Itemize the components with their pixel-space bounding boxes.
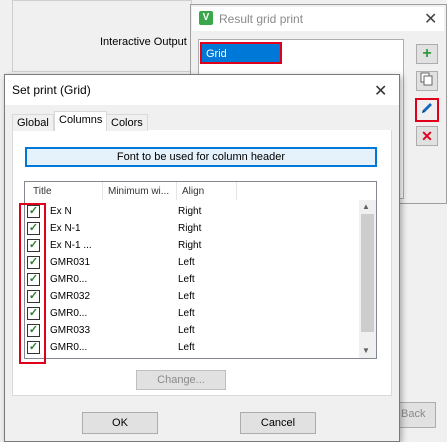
grid-scroll-thumb[interactable]: [361, 214, 374, 332]
interactive-output-label: Interactive Output: [100, 36, 187, 48]
copy-icon-graphic: [420, 72, 433, 86]
row-title[interactable]: GMR033: [50, 325, 90, 336]
add-icon[interactable]: +: [416, 44, 438, 64]
tab-columns[interactable]: Columns: [54, 111, 108, 131]
cancel-button[interactable]: Cancel: [240, 412, 316, 434]
pencil-icon-graphic: [422, 103, 432, 113]
copy-icon[interactable]: [416, 71, 438, 91]
scroll-up-arrow-icon[interactable]: ▲: [362, 202, 370, 211]
edit-pencil-icon[interactable]: [415, 98, 439, 122]
tab-colors[interactable]: Colors: [106, 114, 148, 131]
row-title[interactable]: GMR0...: [50, 342, 87, 353]
row-title[interactable]: GMR0...: [50, 308, 87, 319]
row-align[interactable]: Left: [178, 342, 195, 353]
column-header-divider[interactable]: [176, 182, 177, 200]
row-align[interactable]: Left: [178, 291, 195, 302]
row-title[interactable]: GMR032: [50, 291, 90, 302]
row-align[interactable]: Right: [178, 240, 201, 251]
column-header-minimum-width[interactable]: Minimum wi...: [108, 186, 169, 197]
column-header-divider[interactable]: [102, 182, 103, 200]
row-align[interactable]: Right: [178, 206, 201, 217]
list-item-grid[interactable]: Grid: [200, 42, 282, 64]
back-button[interactable]: Back: [396, 402, 436, 428]
row-align[interactable]: Right: [178, 223, 201, 234]
column-header-title[interactable]: Title: [33, 186, 52, 197]
checkbox-column-highlight: [19, 203, 46, 364]
dialog-title: Set print (Grid): [12, 83, 91, 97]
column-header-divider[interactable]: [236, 182, 237, 200]
row-title[interactable]: GMR0...: [50, 274, 87, 285]
row-title[interactable]: Ex N-1 ...: [50, 240, 92, 251]
row-title[interactable]: Ex N-1: [50, 223, 81, 234]
row-align[interactable]: Left: [178, 325, 195, 336]
app-logo-icon: V: [199, 11, 213, 25]
change-button[interactable]: Change...: [136, 370, 226, 390]
ok-button[interactable]: OK: [82, 412, 158, 434]
result-grid-title: Result grid print: [219, 12, 304, 26]
dialog-close-icon[interactable]: ✕: [374, 81, 387, 101]
row-title[interactable]: Ex N: [50, 206, 72, 217]
row-align[interactable]: Left: [178, 274, 195, 285]
row-align[interactable]: Left: [178, 308, 195, 319]
scroll-down-arrow-icon[interactable]: ▼: [362, 346, 370, 355]
result-grid-close-icon[interactable]: ✕: [424, 9, 437, 29]
tab-global[interactable]: Global: [12, 114, 54, 131]
column-header-align[interactable]: Align: [182, 186, 204, 197]
delete-x-icon[interactable]: ✕: [416, 126, 438, 146]
font-column-header-button[interactable]: Font to be used for column header: [25, 147, 377, 167]
row-align[interactable]: Left: [178, 257, 195, 268]
row-title[interactable]: GMR031: [50, 257, 90, 268]
